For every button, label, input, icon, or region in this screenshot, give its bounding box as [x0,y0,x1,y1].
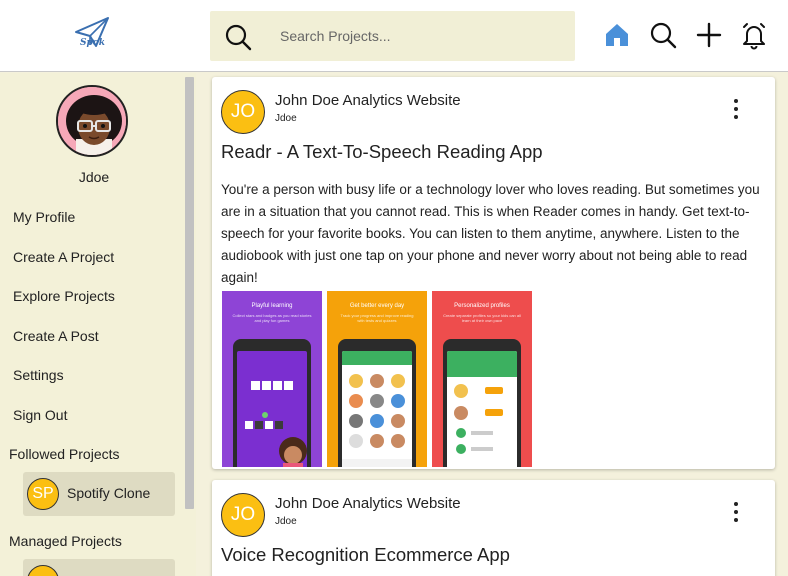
home-icon[interactable] [602,20,632,50]
sidebar: Jdoe My Profile Create A Project Explore… [0,73,196,576]
phone-mockup [233,339,311,467]
nav-create-post[interactable]: Create A Post [13,328,99,344]
screenshot-subcaption: Track your progress and improve reading … [340,313,414,323]
explore-search-icon[interactable] [648,20,678,50]
username: Jdoe [78,169,110,185]
post-description: You're a person with busy life or a tech… [221,182,760,285]
phone-screen [342,351,412,467]
sidebar-scrollbar-thumb[interactable] [185,77,194,509]
bell-icon[interactable] [739,20,769,50]
post-title[interactable]: Readr - A Text-To-Speech Reading App [221,141,543,163]
plus-icon[interactable] [694,20,724,50]
app-screenshot-3[interactable]: Personalized profiles Create separate pr… [432,291,532,467]
phone-mockup [443,339,521,467]
nav-my-profile[interactable]: My Profile [13,209,75,225]
project-name: Spotify Clone [67,485,151,501]
avatar[interactable] [56,85,128,157]
search-bar[interactable] [210,11,575,61]
managed-project-item[interactable] [23,559,175,576]
nav-explore-projects[interactable]: Explore Projects [13,288,115,304]
search-icon[interactable] [224,23,252,51]
post-owner[interactable]: John Doe Analytics Website [275,495,461,512]
app-screenshot-1[interactable]: Playful learning Collect stars and badge… [222,291,322,467]
post-card[interactable]: JO John Doe Analytics Website Jdoe Voice… [212,480,775,576]
avatar-illustration-icon [58,87,126,155]
phone-screen [237,351,307,467]
logo-text: Spok [80,38,106,48]
more-vertical-icon[interactable] [728,97,744,121]
post-owner[interactable]: John Doe Analytics Website [275,92,461,109]
top-bar: Spok [0,0,788,72]
app-screenshot-2[interactable]: Get better every day Track your progress… [327,291,427,467]
more-vertical-icon[interactable] [728,500,744,524]
screenshot-caption: Personalized profiles [454,303,510,309]
post-card[interactable]: JO John Doe Analytics Website Jdoe Readr… [212,77,775,469]
nav-create-project[interactable]: Create A Project [13,249,114,265]
screenshot-subcaption: Create separate profiles so your kids ca… [443,313,521,323]
post-title[interactable]: Voice Recognition Ecommerce App [221,544,510,566]
nav-sign-out[interactable]: Sign Out [13,407,67,423]
screenshot-subcaption: Collect stars and badges as you read sto… [232,313,312,323]
screenshot-caption: Playful learning [251,303,293,309]
followed-projects-heading: Followed Projects [9,446,120,462]
search-input[interactable] [280,25,560,47]
project-initials-badge: SP [27,478,59,510]
phone-mockup [338,339,416,467]
owner-initials-badge[interactable]: JO [221,90,265,134]
post-handle[interactable]: Jdoe [275,516,297,527]
project-feed: JO John Doe Analytics Website Jdoe Readr… [205,73,780,576]
nav-settings[interactable]: Settings [13,367,64,383]
project-initials-badge [27,565,59,576]
owner-initials-badge[interactable]: JO [221,493,265,537]
phone-screen [447,351,517,467]
managed-projects-heading: Managed Projects [9,533,122,549]
paper-plane-logo-icon[interactable] [70,12,114,58]
post-handle[interactable]: Jdoe [275,113,297,124]
followed-project-item[interactable]: SP Spotify Clone [23,472,175,516]
screenshot-caption: Get better every day [349,303,405,309]
